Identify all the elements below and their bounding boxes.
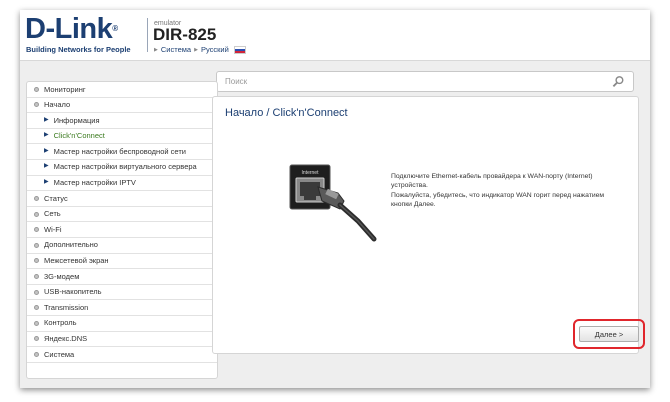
- sidebar-item-firewall[interactable]: Межсетевой экран: [27, 254, 217, 270]
- sidebar-item-label: Начало: [44, 100, 71, 110]
- arrow-right-icon: ▶: [44, 179, 49, 186]
- arrow-right-icon: ▶: [154, 46, 158, 53]
- circle-bullet-icon: [34, 336, 39, 342]
- sidebar-item-label: 3G-модем: [44, 271, 80, 281]
- circle-bullet-icon: [34, 305, 39, 311]
- sidebar-item-label: Информация: [53, 115, 100, 125]
- sidebar-item-label: USB-накопитель: [44, 287, 102, 297]
- sidebar-item-system[interactable]: Система: [27, 347, 217, 363]
- instruction-check-indicator: Пожалуйста, убедитесь, что индикатор WAN…: [391, 192, 605, 208]
- sidebar-item-label: Система: [44, 349, 75, 359]
- instructions-text: Подключите Ethernet-кабель провайдера к …: [391, 173, 611, 211]
- sidebar-item-3g-modem[interactable]: 3G-модем: [27, 269, 217, 285]
- page-title: Начало / Click'n'Connect: [225, 107, 348, 119]
- next-button[interactable]: Далее >: [579, 326, 639, 342]
- circle-bullet-icon: [34, 351, 39, 357]
- instruction-connect-cable: Подключите Ethernet-кабель провайдера к …: [391, 173, 593, 189]
- sidebar-item-yandex-dns[interactable]: Яндекс.DNS: [27, 332, 217, 348]
- logo-tagline: Building Networks for People: [26, 45, 131, 54]
- sidebar-item-usb-storage[interactable]: USB-накопитель: [27, 285, 217, 301]
- sidebar-item-label: Transmission: [44, 302, 89, 312]
- circle-bullet-icon: [34, 102, 39, 108]
- device-model: DIR-825: [153, 25, 217, 44]
- sidebar-subitem-virtual-server-wizard[interactable]: ▶ Мастер настройки виртуального сервера: [27, 160, 217, 176]
- sidebar-subitem-click-n-connect[interactable]: ▶ Click'n'Connect: [27, 129, 217, 145]
- arrow-right-icon: ▶: [44, 132, 49, 139]
- sidebar-item-label: Мастер настройки беспроводной сети: [53, 146, 186, 156]
- sidebar-item-label: Мастер настройки IPTV: [53, 178, 136, 188]
- sidebar-item-label: Статус: [44, 193, 68, 203]
- next-button-highlight: Далее >: [573, 319, 645, 349]
- circle-bullet-icon: [34, 320, 39, 326]
- search-box: [216, 71, 634, 92]
- sidebar-subitem-wireless-wizard[interactable]: ▶ Мастер настройки беспроводной сети: [27, 144, 217, 160]
- system-link[interactable]: Система: [161, 45, 191, 54]
- circle-bullet-icon: [34, 195, 39, 201]
- circle-bullet-icon: [34, 273, 39, 279]
- sidebar-subitem-information[interactable]: ▶ Информация: [27, 113, 217, 129]
- browser-viewport: D-Link® Building Networks for People emu…: [20, 10, 650, 388]
- logo-text: D-Link: [25, 13, 113, 45]
- search-input[interactable]: [225, 75, 595, 88]
- arrow-right-icon: ▶: [44, 147, 49, 154]
- header-breadcrumb: ▶ Система ▶ Русский: [154, 45, 246, 54]
- sidebar-item-label: Click'n'Connect: [53, 131, 105, 141]
- sidebar-item-advanced[interactable]: Дополнительно: [27, 238, 217, 254]
- search-icon[interactable]: [612, 75, 625, 88]
- sidebar-item-network[interactable]: Сеть: [27, 207, 217, 223]
- content-panel: Начало / Click'n'Connect Internet Подклю…: [212, 96, 639, 354]
- circle-bullet-icon: [34, 242, 39, 248]
- sidebar-item-label: Дополнительно: [44, 240, 98, 250]
- sidebar-item-label: Контроль: [44, 318, 77, 328]
- circle-bullet-icon: [34, 258, 39, 264]
- sidebar-item-start[interactable]: Начало: [27, 98, 217, 114]
- sidebar-item-label: Яндекс.DNS: [44, 334, 88, 343]
- circle-bullet-icon: [34, 211, 39, 217]
- arrow-right-icon: ▶: [44, 116, 49, 123]
- arrow-right-icon: ▶: [44, 163, 49, 170]
- circle-bullet-icon: [34, 86, 39, 92]
- sidebar-subitem-iptv-wizard[interactable]: ▶ Мастер настройки IPTV: [27, 176, 217, 192]
- sidebar-item-label: Мониторинг: [44, 84, 86, 94]
- circle-bullet-icon: [34, 227, 39, 233]
- port-label: Internet: [302, 170, 320, 176]
- language-link[interactable]: Русский: [201, 45, 229, 54]
- sidebar-item-status[interactable]: Статус: [27, 191, 217, 207]
- sidebar-item-label: Мастер настройки виртуального сервера: [53, 162, 197, 172]
- header-divider: [147, 18, 148, 52]
- header: D-Link® Building Networks for People emu…: [20, 10, 650, 61]
- ethernet-port-illustration: Internet: [289, 164, 377, 242]
- sidebar-item-label: Сеть: [44, 209, 61, 219]
- sidebar-item-control[interactable]: Контроль: [27, 316, 217, 332]
- sidebar-item-label: Межсетевой экран: [44, 256, 109, 266]
- russian-flag-icon[interactable]: [233, 45, 246, 54]
- sidebar-item-wifi[interactable]: Wi-Fi: [27, 222, 217, 238]
- dlink-logo: D-Link® Building Networks for People: [25, 13, 143, 56]
- circle-bullet-icon: [34, 289, 39, 295]
- sidebar-item-monitoring[interactable]: Мониторинг: [27, 82, 217, 98]
- sidebar-menu: Мониторинг Начало ▶ Информация ▶ Click'n'C…: [26, 81, 218, 379]
- arrow-right-icon: ▶: [194, 46, 198, 53]
- sidebar-item-transmission[interactable]: Transmission: [27, 300, 217, 316]
- logo-registered-mark: ®: [112, 24, 118, 33]
- sidebar-item-label: Wi-Fi: [44, 224, 62, 234]
